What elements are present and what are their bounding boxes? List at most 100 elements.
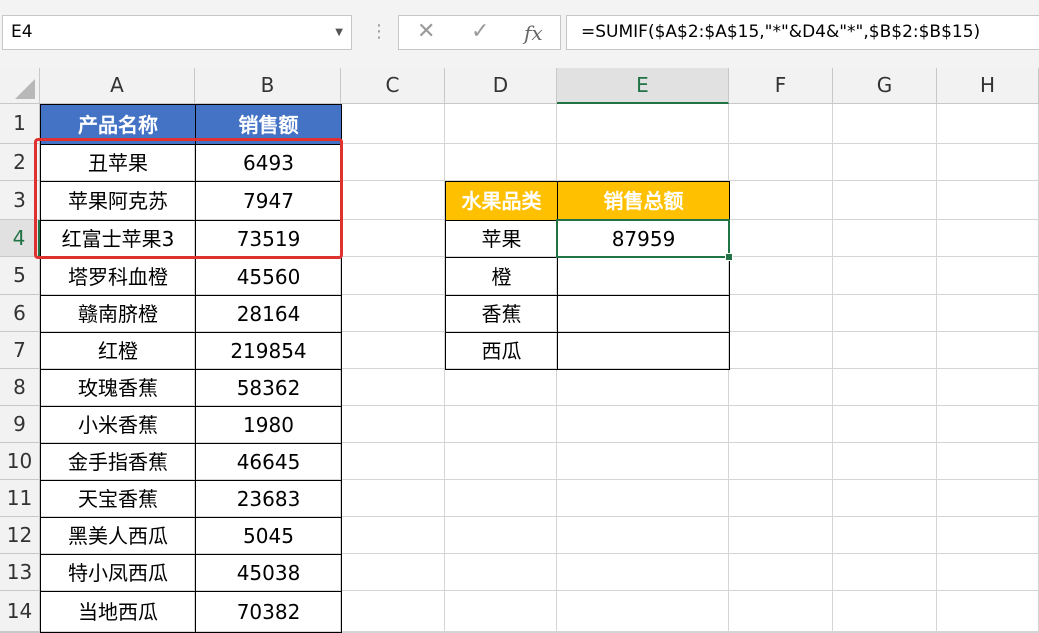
grid-cell[interactable]: [833, 181, 937, 220]
grid-cell[interactable]: [729, 295, 833, 332]
grid-cell[interactable]: [937, 257, 1039, 295]
grid-cell[interactable]: [937, 181, 1039, 220]
total-sales-header[interactable]: 销售总额: [557, 181, 730, 221]
grid-cell[interactable]: [833, 554, 937, 591]
grid-cell[interactable]: [833, 480, 937, 517]
product-name-cell[interactable]: 当地西瓜: [40, 591, 196, 633]
grid-cell[interactable]: [557, 480, 729, 517]
row-header-5[interactable]: 5: [0, 257, 40, 295]
grid-cell[interactable]: [341, 480, 445, 517]
sales-value-cell[interactable]: 45038: [195, 554, 342, 592]
total-sales-cell[interactable]: [557, 295, 730, 333]
row-header-10[interactable]: 10: [0, 443, 40, 480]
grid-cell[interactable]: [341, 332, 445, 369]
row-header-3[interactable]: 3: [0, 181, 40, 220]
fruit-category-cell[interactable]: 苹果: [445, 220, 558, 258]
grid-cell[interactable]: [729, 591, 833, 632]
row-header-7[interactable]: 7: [0, 332, 40, 369]
row-header-11[interactable]: 11: [0, 480, 40, 517]
grid-cell[interactable]: [937, 104, 1039, 144]
chevron-down-icon[interactable]: ▼: [335, 16, 343, 49]
product-name-cell[interactable]: 黑美人西瓜: [40, 517, 196, 555]
total-sales-cell[interactable]: 87959: [557, 220, 730, 258]
grid-cell[interactable]: [557, 406, 729, 443]
grid-cell[interactable]: [557, 443, 729, 480]
grid-cell[interactable]: [937, 144, 1039, 181]
grid-cell[interactable]: [729, 220, 833, 257]
grid-cell[interactable]: [445, 144, 557, 181]
grid-cell[interactable]: [729, 181, 833, 220]
sales-value-cell[interactable]: 7947: [195, 181, 342, 221]
grid-cell[interactable]: [557, 104, 729, 144]
grid-cell[interactable]: [937, 406, 1039, 443]
product-name-cell[interactable]: 金手指香蕉: [40, 443, 196, 481]
row-header-13[interactable]: 13: [0, 554, 40, 591]
grid-cell[interactable]: [833, 257, 937, 295]
fruit-category-cell[interactable]: 西瓜: [445, 332, 558, 370]
row-header-4[interactable]: 4: [0, 220, 40, 257]
sales-header[interactable]: 销售额: [195, 104, 342, 145]
grid-cell[interactable]: [729, 257, 833, 295]
product-name-cell[interactable]: 特小凤西瓜: [40, 554, 196, 592]
fruit-category-cell[interactable]: 香蕉: [445, 295, 558, 333]
row-header-8[interactable]: 8: [0, 369, 40, 406]
grid-cell[interactable]: [729, 443, 833, 480]
grid-cell[interactable]: [557, 591, 729, 632]
sales-value-cell[interactable]: 5045: [195, 517, 342, 555]
grid-cell[interactable]: [833, 332, 937, 369]
grid-cell[interactable]: [729, 104, 833, 144]
enter-icon[interactable]: ✓: [471, 19, 489, 44]
grid-cell[interactable]: [937, 443, 1039, 480]
grid-cell[interactable]: [445, 480, 557, 517]
grid-cell[interactable]: [833, 406, 937, 443]
grid-cell[interactable]: [557, 517, 729, 554]
row-header-14[interactable]: 14: [0, 591, 40, 632]
grid-cell[interactable]: [557, 369, 729, 406]
product-name-cell[interactable]: 丑苹果: [40, 144, 196, 182]
grid-cell[interactable]: [341, 220, 445, 257]
grid-cell[interactable]: [833, 443, 937, 480]
grid-cell[interactable]: [557, 144, 729, 181]
grid-cell[interactable]: [937, 220, 1039, 257]
grid-cell[interactable]: [833, 369, 937, 406]
row-header-9[interactable]: 9: [0, 406, 40, 443]
grid-cell[interactable]: [445, 369, 557, 406]
select-all-corner[interactable]: [0, 68, 40, 104]
product-name-cell[interactable]: 塔罗科血橙: [40, 257, 196, 296]
product-name-cell[interactable]: 天宝香蕉: [40, 480, 196, 518]
cancel-icon[interactable]: ✕: [417, 19, 435, 44]
grid-cell[interactable]: [833, 144, 937, 181]
grid-cell[interactable]: [937, 369, 1039, 406]
total-sales-cell[interactable]: [557, 332, 730, 370]
grid-cell[interactable]: [445, 517, 557, 554]
grid-cell[interactable]: [833, 295, 937, 332]
product-name-cell[interactable]: 赣南脐橙: [40, 295, 196, 333]
grid-cell[interactable]: [445, 591, 557, 632]
grid-cell[interactable]: [341, 181, 445, 220]
column-header-h[interactable]: H: [937, 68, 1039, 104]
column-header-f[interactable]: F: [729, 68, 833, 104]
sales-value-cell[interactable]: 28164: [195, 295, 342, 333]
row-header-6[interactable]: 6: [0, 295, 40, 332]
grid-cell[interactable]: [557, 554, 729, 591]
sales-value-cell[interactable]: 46645: [195, 443, 342, 481]
grid-cell[interactable]: [445, 554, 557, 591]
product-name-cell[interactable]: 红富士苹果3: [40, 220, 196, 258]
grid-cell[interactable]: [729, 480, 833, 517]
grid-cell[interactable]: [833, 220, 937, 257]
grid-cell[interactable]: [833, 591, 937, 632]
grid-cell[interactable]: [833, 104, 937, 144]
column-header-d[interactable]: D: [445, 68, 557, 104]
grid-cell[interactable]: [341, 443, 445, 480]
grid-cell[interactable]: [729, 406, 833, 443]
grid-cell[interactable]: [937, 554, 1039, 591]
row-header-12[interactable]: 12: [0, 517, 40, 554]
product-name-cell[interactable]: 红橙: [40, 332, 196, 370]
column-header-a[interactable]: A: [40, 68, 195, 104]
grid-cell[interactable]: [729, 332, 833, 369]
grid-cell[interactable]: [937, 517, 1039, 554]
sales-value-cell[interactable]: 58362: [195, 369, 342, 407]
name-box[interactable]: E4 ▼: [2, 15, 352, 50]
more-options-icon[interactable]: ⋮: [370, 18, 388, 46]
sales-value-cell[interactable]: 6493: [195, 144, 342, 182]
